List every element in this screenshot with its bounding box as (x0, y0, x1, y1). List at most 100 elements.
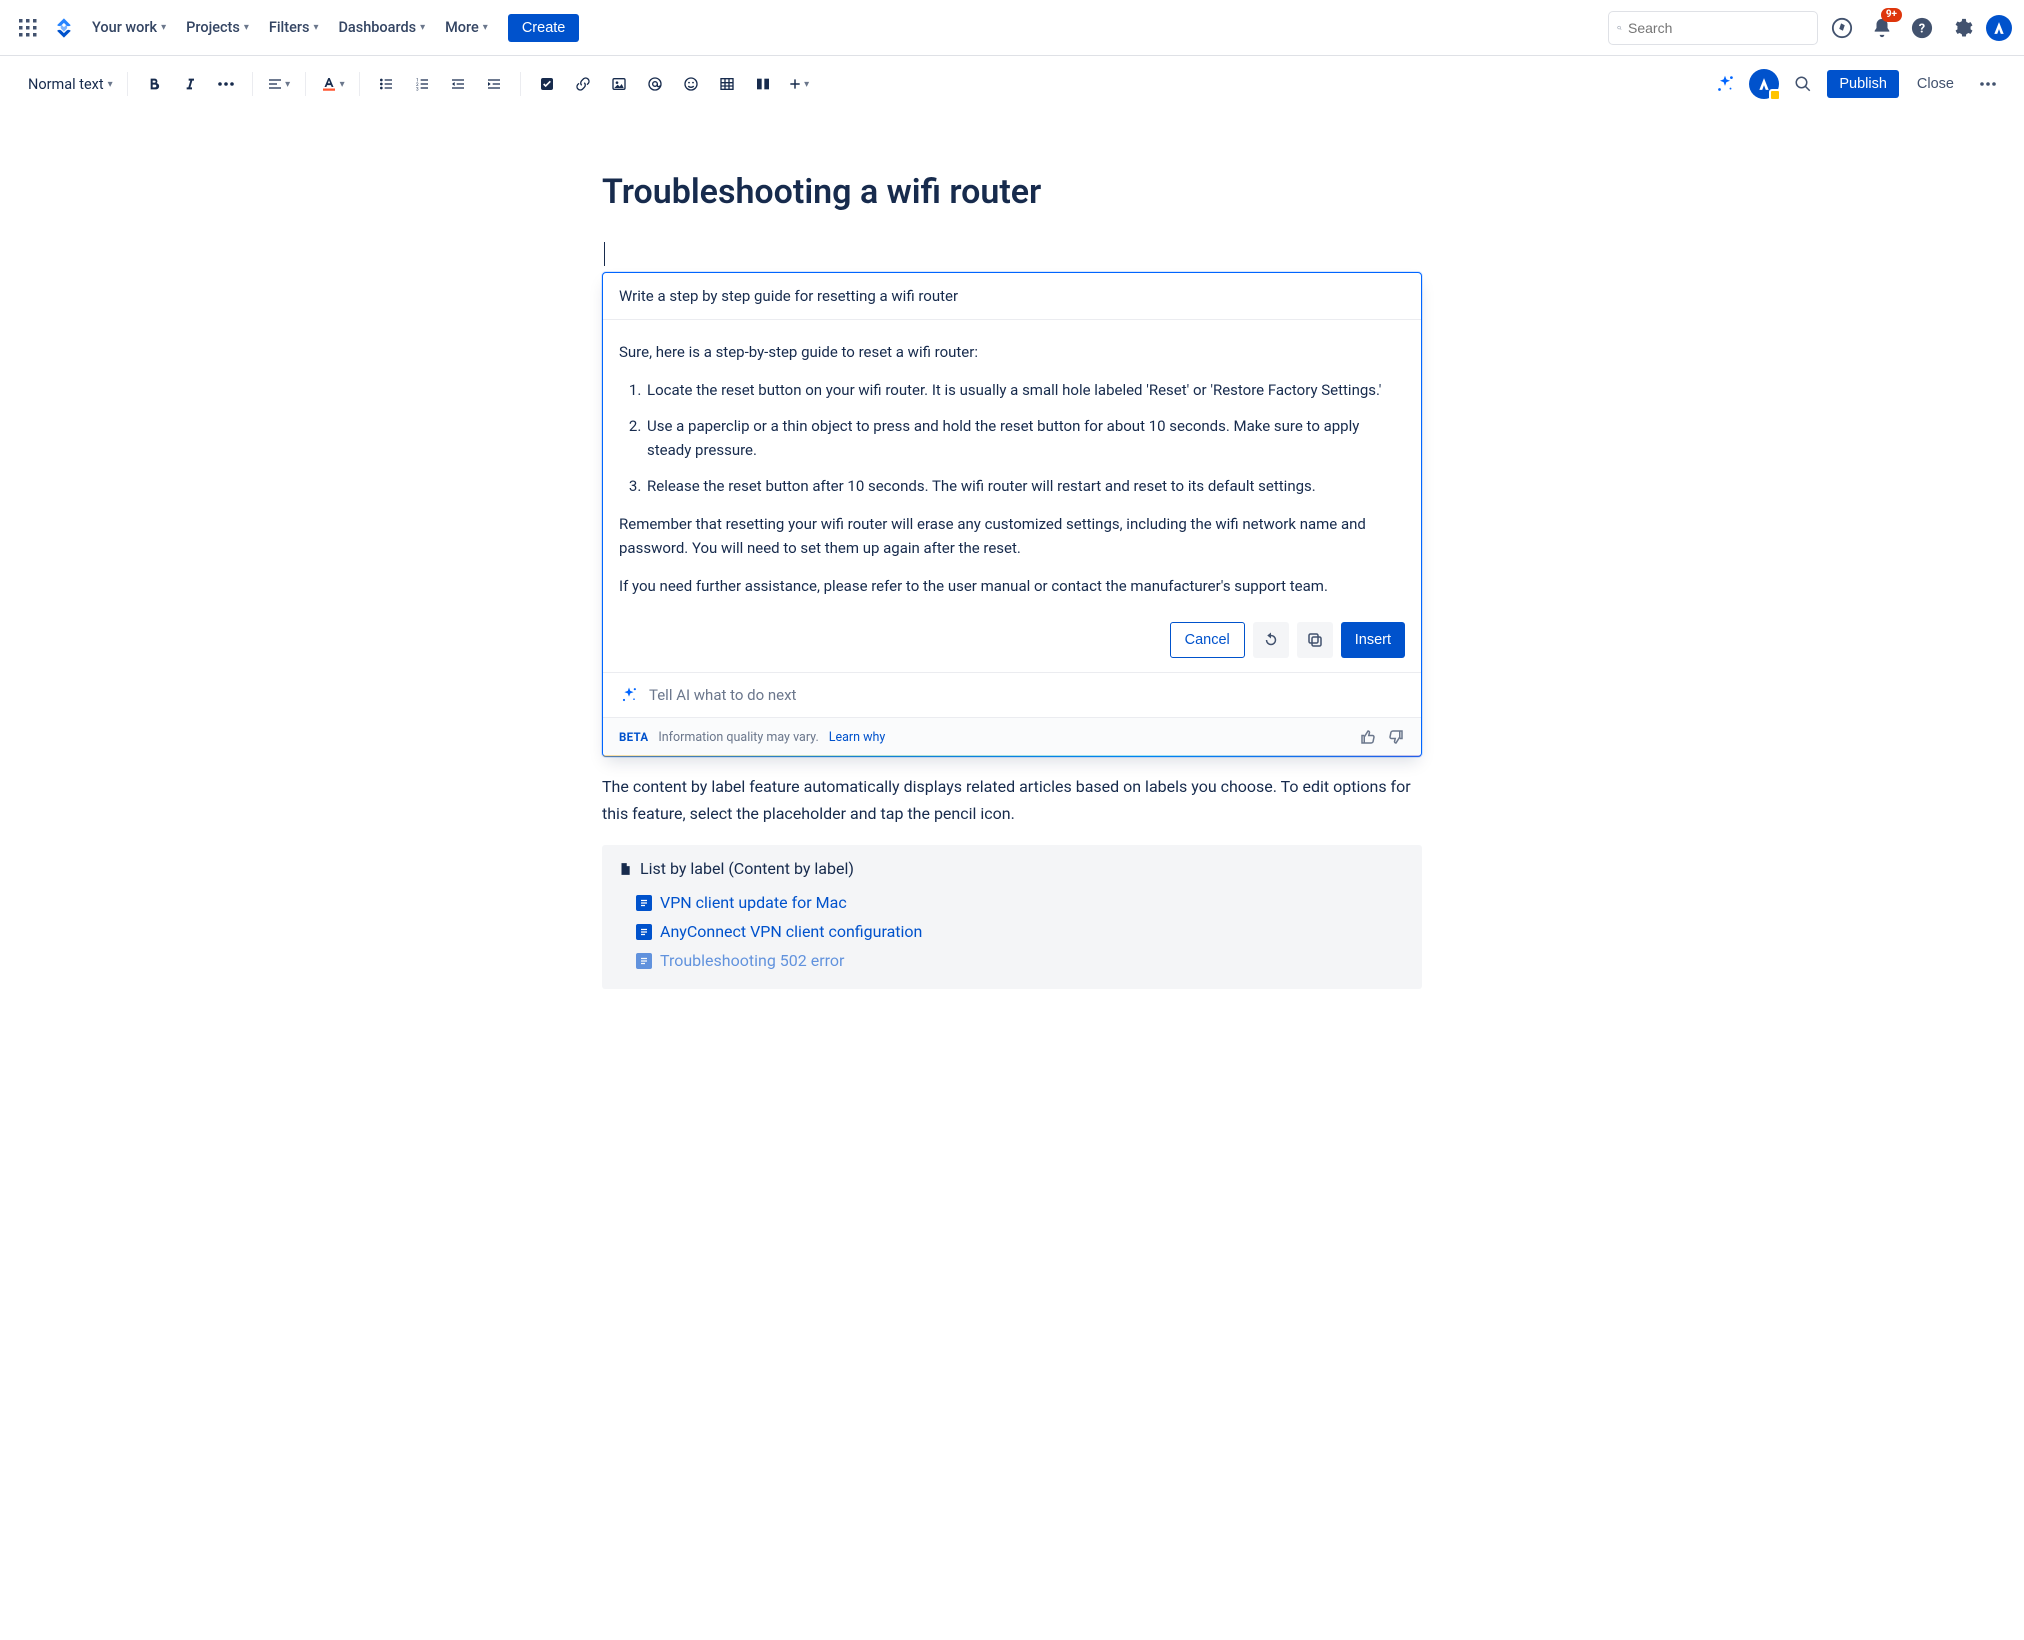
nav-label: More (445, 19, 479, 36)
cbl-list: VPN client update for Mac AnyConnect VPN… (618, 888, 1406, 975)
chevron-down-icon: ▾ (420, 22, 425, 33)
find-button[interactable] (1787, 68, 1819, 100)
ai-steps-list: Locate the reset button on your wifi rou… (619, 378, 1405, 498)
italic-button[interactable] (174, 68, 206, 100)
cbl-item[interactable]: AnyConnect VPN client configuration (636, 917, 1406, 946)
cbl-link-text: Troubleshooting 502 error (660, 951, 844, 970)
ai-sparkle-icon[interactable] (1709, 68, 1741, 100)
content-by-label-macro[interactable]: List by label (Content by label) VPN cli… (602, 845, 1422, 989)
presence-avatar[interactable] (1749, 69, 1779, 99)
discover-icon[interactable] (1826, 12, 1858, 44)
help-icon[interactable]: ? (1906, 12, 1938, 44)
publish-button[interactable]: Publish (1827, 70, 1899, 98)
ai-intro: Sure, here is a step-by-step guide to re… (619, 340, 1405, 364)
close-button[interactable]: Close (1907, 70, 1964, 98)
mention-button[interactable] (639, 68, 671, 100)
link-button[interactable] (567, 68, 599, 100)
outdent-button[interactable] (442, 68, 474, 100)
nav-your-work[interactable]: Your work ▾ (84, 15, 174, 40)
chevron-down-icon: ▾ (313, 22, 318, 33)
nav-projects[interactable]: Projects ▾ (178, 15, 257, 40)
notifications-icon[interactable]: 9+ (1866, 12, 1898, 44)
cbl-title: List by label (Content by label) (618, 859, 1406, 878)
insert-button[interactable]: Insert (1341, 622, 1405, 658)
layouts-button[interactable] (747, 68, 779, 100)
chevron-down-icon: ▾ (244, 22, 249, 33)
cbl-item[interactable]: Troubleshooting 502 error (636, 946, 1406, 975)
page-icon (636, 924, 652, 940)
ai-sparkle-icon (619, 685, 639, 705)
copy-button[interactable] (1297, 622, 1333, 658)
editor-toolbar: Normal text▾ ▾ ▾ 123 ▾ Publish Close (0, 56, 2024, 112)
nav-label: Projects (186, 19, 240, 36)
nav-filters[interactable]: Filters▾ (261, 15, 327, 40)
nav-more[interactable]: More ▾ (437, 15, 496, 40)
ai-step: Release the reset button after 10 second… (645, 474, 1405, 498)
table-button[interactable] (711, 68, 743, 100)
text-cursor (604, 242, 605, 266)
top-nav: Your work▾ Projects▾ Filters▾ Dashboards… (0, 0, 2024, 56)
nav-label: Dashboards (338, 19, 416, 36)
notif-badge: 9+ (1881, 8, 1902, 22)
ai-footer: BETA Information quality may vary. Learn… (603, 717, 1421, 756)
text-style-dropdown[interactable]: Normal text▾ (20, 68, 117, 100)
ai-response: Sure, here is a step-by-step guide to re… (603, 320, 1421, 622)
more-formatting-button[interactable] (210, 68, 242, 100)
chevron-down-icon: ▾ (340, 79, 345, 90)
thumbs-up-icon[interactable] (1359, 728, 1377, 746)
page-icon (636, 895, 652, 911)
app-switcher-icon[interactable] (12, 12, 44, 44)
image-button[interactable] (603, 68, 635, 100)
body-paragraph[interactable]: The content by label feature automatical… (602, 773, 1422, 827)
ai-actions: Cancel Insert (603, 622, 1421, 672)
search-icon (1617, 20, 1622, 36)
cbl-item[interactable]: VPN client update for Mac (636, 888, 1406, 917)
chevron-down-icon: ▾ (108, 79, 113, 90)
learn-why-link[interactable]: Learn why (829, 730, 886, 745)
ai-note: If you need further assistance, please r… (619, 574, 1405, 598)
insert-more-button[interactable]: ▾ (783, 68, 815, 100)
overflow-menu-button[interactable] (1972, 68, 2004, 100)
align-button[interactable]: ▾ (263, 68, 295, 100)
create-button[interactable]: Create (508, 14, 580, 42)
text-style-label: Normal text (24, 76, 106, 93)
ai-step: Locate the reset button on your wifi rou… (645, 378, 1405, 402)
status-dot (1769, 89, 1781, 101)
search-field[interactable] (1628, 20, 1809, 36)
action-item-button[interactable] (531, 68, 563, 100)
ai-note: Remember that resetting your wifi router… (619, 512, 1405, 560)
chevron-down-icon: ▾ (161, 22, 166, 33)
page-title[interactable]: Troubleshooting a wifi router (602, 172, 1422, 212)
svg-text:3: 3 (416, 87, 419, 92)
search-input[interactable] (1608, 11, 1818, 45)
beta-tag: BETA (619, 730, 648, 744)
jira-logo-icon[interactable] (48, 12, 80, 44)
page-icon (618, 861, 632, 877)
nav-dashboards[interactable]: Dashboards ▾ (330, 15, 433, 40)
cbl-title-text: List by label (Content by label) (640, 859, 854, 878)
editor-viewport[interactable]: Troubleshooting a wifi router Write a st… (0, 112, 2024, 1640)
retry-button[interactable] (1253, 622, 1289, 658)
ai-disclaimer: Information quality may vary. (658, 730, 818, 745)
thumbs-down-icon[interactable] (1387, 728, 1405, 746)
bold-button[interactable] (138, 68, 170, 100)
numbered-list-button[interactable]: 123 (406, 68, 438, 100)
nav-label: Filters (269, 19, 310, 36)
text-color-button[interactable]: ▾ (316, 68, 349, 100)
chevron-down-icon: ▾ (483, 22, 488, 33)
separator (520, 72, 521, 96)
ai-followup-input[interactable]: Tell AI what to do next (603, 672, 1421, 717)
bullet-list-button[interactable] (370, 68, 402, 100)
indent-button[interactable] (478, 68, 510, 100)
cancel-button[interactable]: Cancel (1170, 622, 1245, 658)
separator (305, 72, 306, 96)
ai-prompt[interactable]: Write a step by step guide for resetting… (603, 273, 1421, 320)
emoji-button[interactable] (675, 68, 707, 100)
nav-label: Your work (92, 19, 157, 36)
settings-icon[interactable] (1946, 12, 1978, 44)
separator (252, 72, 253, 96)
ai-step: Use a paperclip or a thin object to pres… (645, 414, 1405, 462)
profile-avatar[interactable] (1986, 15, 2012, 41)
separator (359, 72, 360, 96)
chevron-down-icon: ▾ (285, 79, 290, 90)
